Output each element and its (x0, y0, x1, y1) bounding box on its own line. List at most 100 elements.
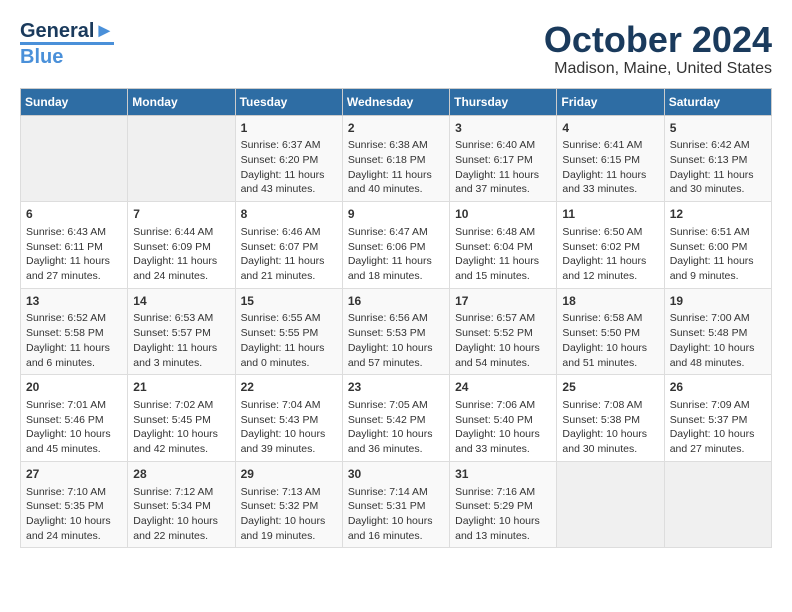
calendar-cell (21, 115, 128, 202)
daylight-text: Daylight: 10 hours and 45 minutes. (26, 428, 111, 455)
sunset-text: Sunset: 5:48 PM (670, 327, 748, 339)
calendar-cell: 18Sunrise: 6:58 AMSunset: 5:50 PMDayligh… (557, 288, 664, 375)
sunset-text: Sunset: 6:04 PM (455, 241, 533, 253)
calendar-week-row: 6Sunrise: 6:43 AMSunset: 6:11 PMDaylight… (21, 202, 772, 289)
day-number: 15 (241, 293, 337, 310)
col-friday: Friday (557, 88, 664, 115)
calendar-cell: 12Sunrise: 6:51 AMSunset: 6:00 PMDayligh… (664, 202, 771, 289)
sunset-text: Sunset: 5:55 PM (241, 327, 319, 339)
sunrise-text: Sunrise: 6:44 AM (133, 226, 213, 238)
daylight-text: Daylight: 10 hours and 54 minutes. (455, 342, 540, 369)
daylight-text: Daylight: 10 hours and 24 minutes. (26, 515, 111, 542)
sunrise-text: Sunrise: 6:56 AM (348, 312, 428, 324)
daylight-text: Daylight: 11 hours and 37 minutes. (455, 169, 539, 196)
calendar-week-row: 20Sunrise: 7:01 AMSunset: 5:46 PMDayligh… (21, 375, 772, 462)
calendar-cell: 6Sunrise: 6:43 AMSunset: 6:11 PMDaylight… (21, 202, 128, 289)
daylight-text: Daylight: 11 hours and 0 minutes. (241, 342, 325, 369)
sunset-text: Sunset: 6:17 PM (455, 154, 533, 166)
day-number: 24 (455, 379, 551, 396)
calendar-cell: 5Sunrise: 6:42 AMSunset: 6:13 PMDaylight… (664, 115, 771, 202)
calendar-cell: 24Sunrise: 7:06 AMSunset: 5:40 PMDayligh… (450, 375, 557, 462)
calendar-cell: 7 Sunrise: 6:44 AM Sunset: 6:09 PM Daylight… (128, 202, 235, 289)
main-title: October 2024 (544, 20, 772, 60)
sunset-text: Sunset: 5:57 PM (133, 327, 211, 339)
calendar-cell: 10Sunrise: 6:48 AMSunset: 6:04 PMDayligh… (450, 202, 557, 289)
col-thursday: Thursday (450, 88, 557, 115)
calendar-week-row: 27Sunrise: 7:10 AMSunset: 5:35 PMDayligh… (21, 461, 772, 548)
daylight-text: Daylight: 10 hours and 36 minutes. (348, 428, 433, 455)
daylight-text: Daylight: 10 hours and 13 minutes. (455, 515, 540, 542)
daylight-text: Daylight: 10 hours and 33 minutes. (455, 428, 540, 455)
col-wednesday: Wednesday (342, 88, 449, 115)
col-sunday: Sunday (21, 88, 128, 115)
daylight-text: Daylight: 11 hours and 12 minutes. (562, 255, 646, 282)
daylight-text: Daylight: 10 hours and 57 minutes. (348, 342, 433, 369)
sunrise-text: Sunrise: 7:14 AM (348, 486, 428, 498)
calendar-cell: 28Sunrise: 7:12 AMSunset: 5:34 PMDayligh… (128, 461, 235, 548)
sunrise-text: Sunrise: 7:00 AM (670, 312, 750, 324)
sunset-text: Sunset: 6:02 PM (562, 241, 640, 253)
header-row: Sunday Monday Tuesday Wednesday Thursday… (21, 88, 772, 115)
calendar-table: Sunday Monday Tuesday Wednesday Thursday… (20, 88, 772, 549)
sunset-text: Sunset: 6:15 PM (562, 154, 640, 166)
sunset-text: Sunset: 5:43 PM (241, 414, 319, 426)
daylight-text: Daylight: 11 hours and 24 minutes. (133, 255, 217, 282)
daylight-text: Daylight: 11 hours and 6 minutes. (26, 342, 110, 369)
day-number: 6 (26, 206, 122, 223)
calendar-cell: 11Sunrise: 6:50 AMSunset: 6:02 PMDayligh… (557, 202, 664, 289)
daylight-text: Daylight: 11 hours and 43 minutes. (241, 169, 325, 196)
calendar-cell: 2Sunrise: 6:38 AMSunset: 6:18 PMDaylight… (342, 115, 449, 202)
sunrise-text: Sunrise: 7:16 AM (455, 486, 535, 498)
logo-text-line2: Blue (20, 42, 114, 68)
sunrise-text: Sunrise: 6:58 AM (562, 312, 642, 324)
day-number: 30 (348, 466, 444, 483)
col-monday: Monday (128, 88, 235, 115)
day-number: 19 (670, 293, 766, 310)
day-number: 31 (455, 466, 551, 483)
calendar-week-row: 13Sunrise: 6:52 AMSunset: 5:58 PMDayligh… (21, 288, 772, 375)
sunrise-text: Sunrise: 6:48 AM (455, 226, 535, 238)
sunrise-text: Sunrise: 7:10 AM (26, 486, 106, 498)
calendar-cell (557, 461, 664, 548)
sunrise-text: Sunrise: 6:46 AM (241, 226, 321, 238)
sunrise-text: Sunrise: 6:53 AM (133, 312, 213, 324)
day-number: 20 (26, 379, 122, 396)
page-header: General► Blue October 2024 Madison, Main… (20, 20, 772, 78)
sunset-text: Sunset: 5:32 PM (241, 500, 319, 512)
sunset-text: Sunset: 6:11 PM (26, 241, 103, 253)
col-tuesday: Tuesday (235, 88, 342, 115)
daylight-text: Daylight: 10 hours and 51 minutes. (562, 342, 647, 369)
calendar-cell: 29Sunrise: 7:13 AMSunset: 5:32 PMDayligh… (235, 461, 342, 548)
sunset-text: Sunset: 6:09 PM (133, 241, 211, 253)
logo: General► Blue (20, 20, 114, 68)
sunset-text: Sunset: 6:18 PM (348, 154, 426, 166)
daylight-text: Daylight: 11 hours and 21 minutes. (241, 255, 325, 282)
calendar-cell: 3Sunrise: 6:40 AMSunset: 6:17 PMDaylight… (450, 115, 557, 202)
calendar-cell: 17Sunrise: 6:57 AMSunset: 5:52 PMDayligh… (450, 288, 557, 375)
sunset-text: Sunset: 5:46 PM (26, 414, 104, 426)
sunset-text: Sunset: 6:06 PM (348, 241, 426, 253)
calendar-cell: 14Sunrise: 6:53 AMSunset: 5:57 PMDayligh… (128, 288, 235, 375)
sunrise-text: Sunrise: 6:57 AM (455, 312, 535, 324)
calendar-cell: 16Sunrise: 6:56 AMSunset: 5:53 PMDayligh… (342, 288, 449, 375)
calendar-cell: 9Sunrise: 6:47 AMSunset: 6:06 PMDaylight… (342, 202, 449, 289)
sunrise-text: Sunrise: 6:42 AM (670, 139, 750, 151)
calendar-cell: 1Sunrise: 6:37 AMSunset: 6:20 PMDaylight… (235, 115, 342, 202)
daylight-text: Daylight: 10 hours and 42 minutes. (133, 428, 218, 455)
sunrise-text: Sunrise: 6:37 AM (241, 139, 321, 151)
daylight-text: Daylight: 11 hours and 15 minutes. (455, 255, 539, 282)
sunrise-text: Sunrise: 6:55 AM (241, 312, 321, 324)
sunset-text: Sunset: 6:13 PM (670, 154, 748, 166)
calendar-cell: 25Sunrise: 7:08 AMSunset: 5:38 PMDayligh… (557, 375, 664, 462)
day-number: 9 (348, 206, 444, 223)
sunset-text: Sunset: 5:45 PM (133, 414, 211, 426)
day-number: 7 (133, 206, 229, 223)
day-number: 3 (455, 120, 551, 137)
sunset-text: Sunset: 6:00 PM (670, 241, 748, 253)
calendar-cell: 4Sunrise: 6:41 AMSunset: 6:15 PMDaylight… (557, 115, 664, 202)
sunrise-text: Sunrise: 7:04 AM (241, 399, 321, 411)
calendar-cell: 15 Sunrise: 6:55 AM Sunset: 5:55 PM Dayligh… (235, 288, 342, 375)
day-number: 5 (670, 120, 766, 137)
calendar-cell: 8Sunrise: 6:46 AMSunset: 6:07 PMDaylight… (235, 202, 342, 289)
day-number: 4 (562, 120, 658, 137)
